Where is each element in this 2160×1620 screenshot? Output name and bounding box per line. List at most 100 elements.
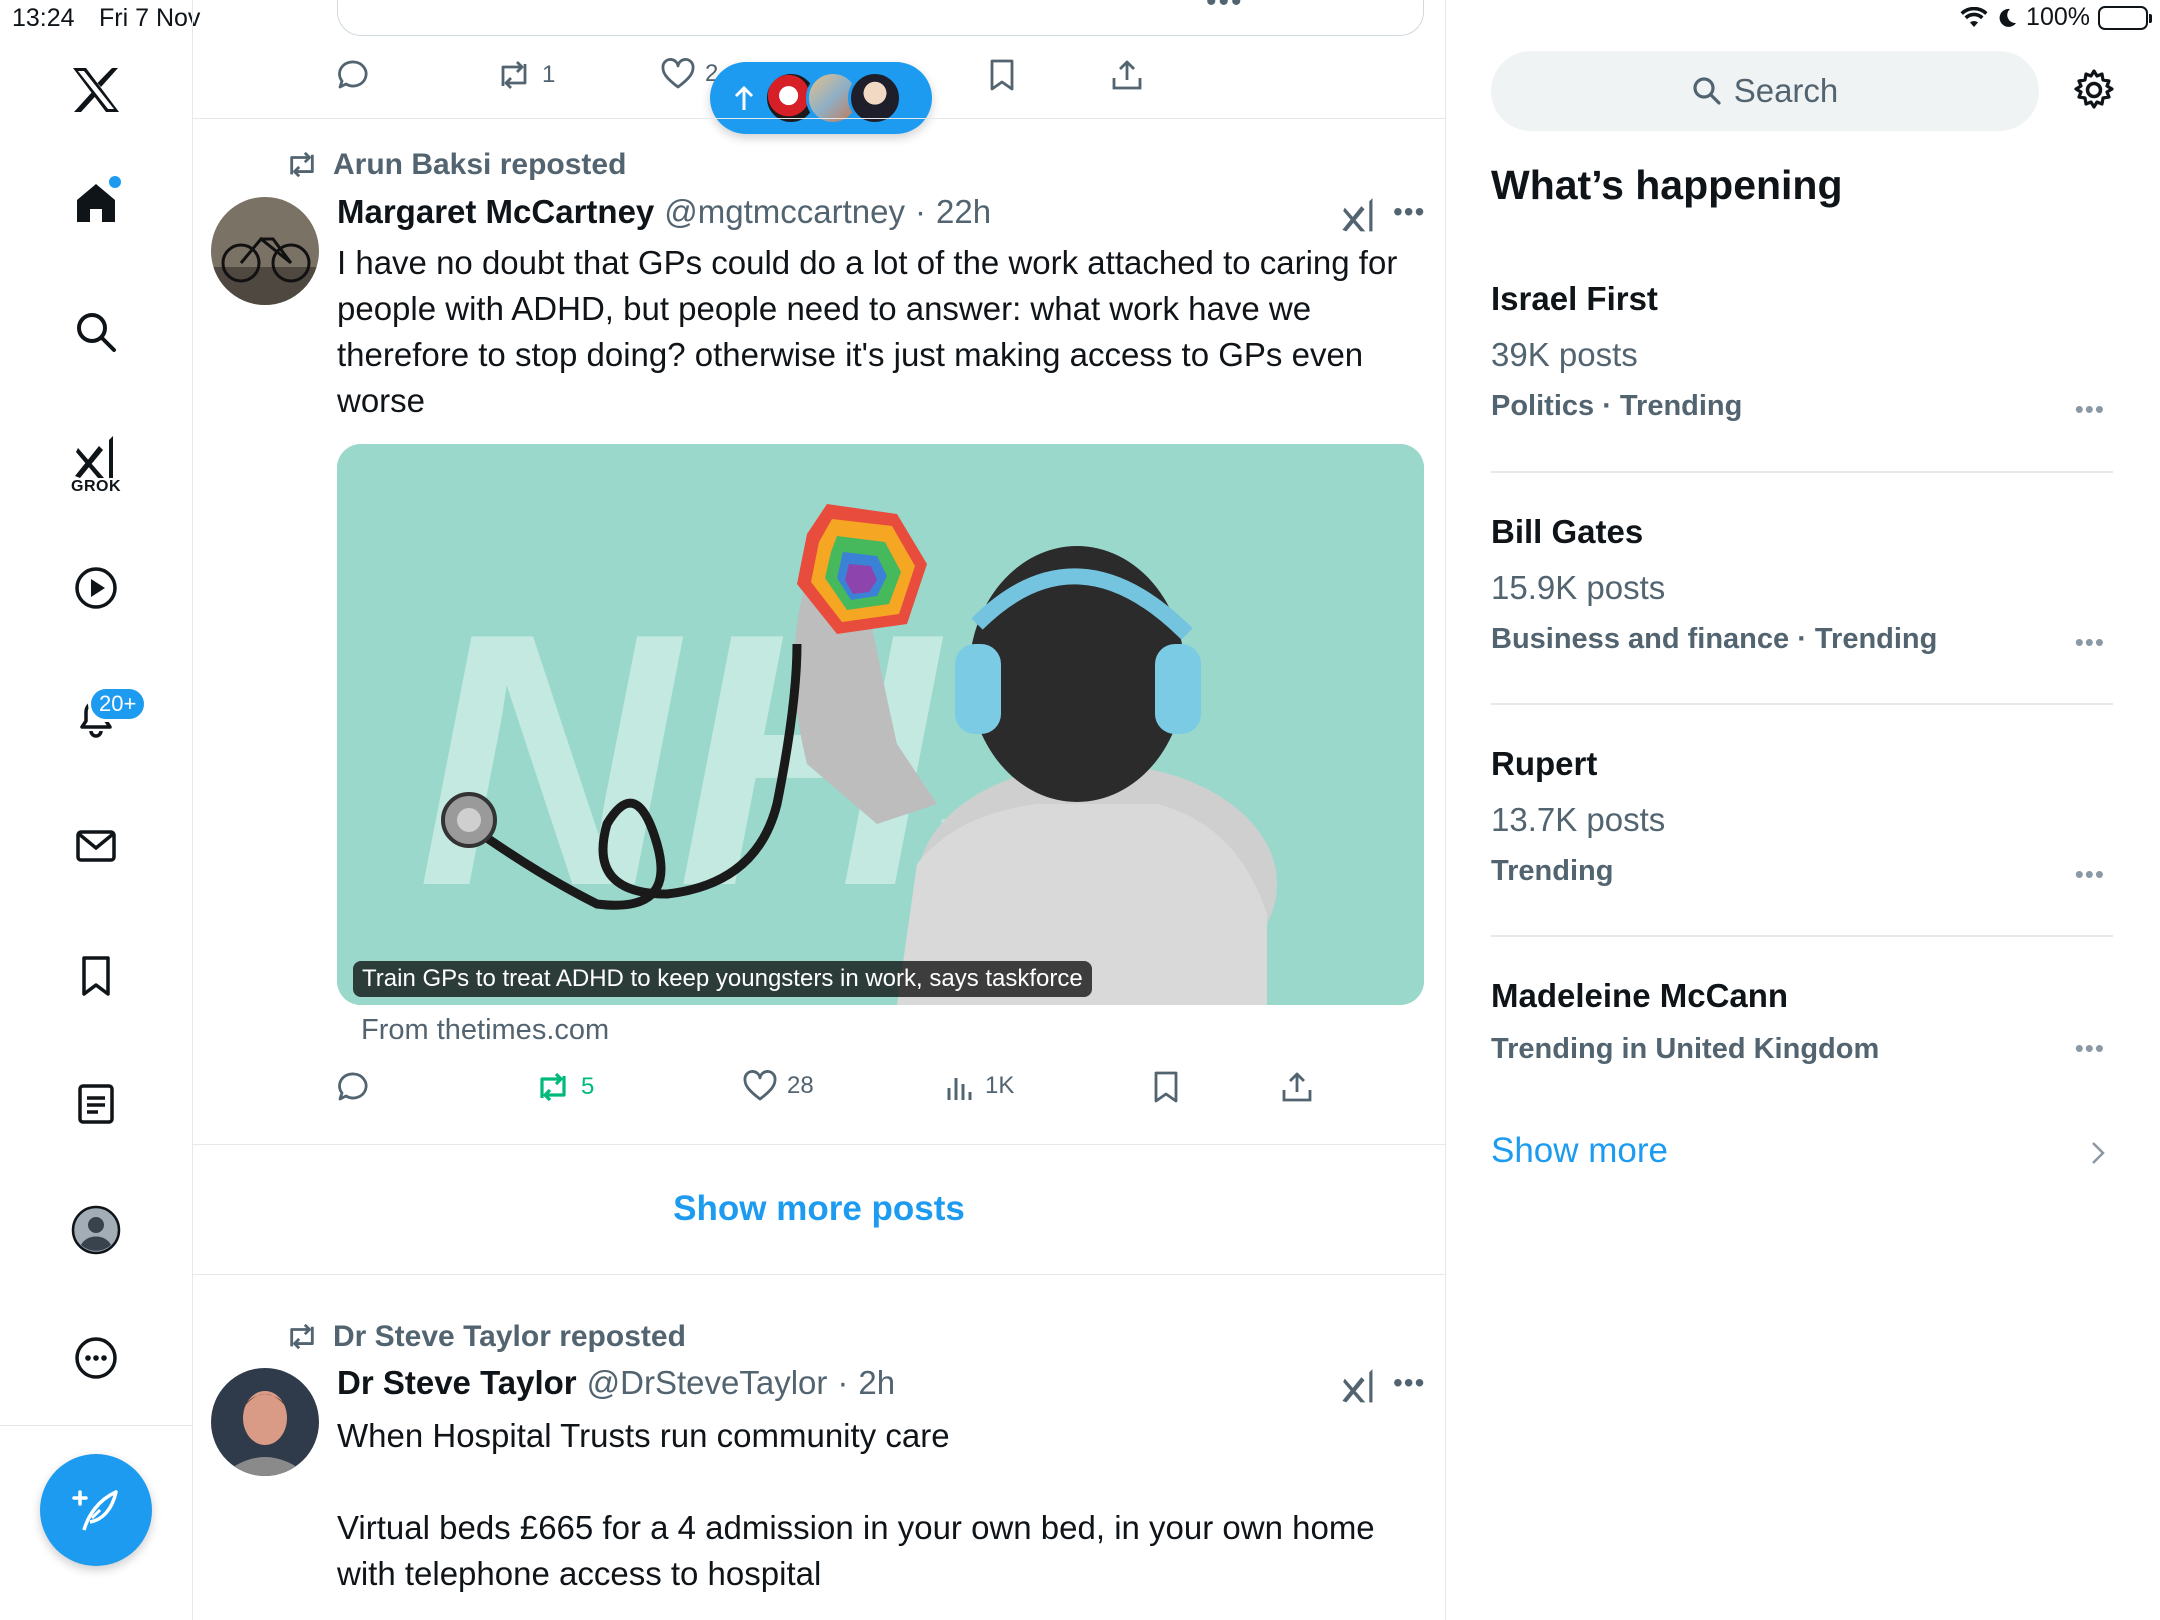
- repost-context: Arun Baksi reposted: [285, 148, 626, 182]
- author-handle[interactable]: @mgtmccartney: [664, 193, 905, 231]
- card-more-dots: •••: [1206, 0, 1244, 18]
- repost-by: Arun Baksi reposted: [333, 148, 627, 181]
- bookmark-icon[interactable]: [58, 938, 134, 1014]
- settings-gear-icon[interactable]: [2072, 68, 2116, 112]
- more-icon[interactable]: [58, 1320, 134, 1396]
- author-handle[interactable]: @DrSteveTaylor: [587, 1364, 828, 1402]
- home-icon[interactable]: [58, 165, 134, 241]
- repost-icon: [496, 58, 532, 92]
- trend-item[interactable]: Madeleine McCann Trending in United King…: [1491, 977, 2113, 1066]
- search-input[interactable]: Search: [1491, 51, 2039, 131]
- home-unread-dot: [107, 174, 123, 190]
- views-icon: [945, 1070, 975, 1102]
- status-indicators: 100%: [1960, 3, 2152, 32]
- heart-icon: [743, 1070, 777, 1102]
- whats-happening-heading: What’s happening: [1491, 162, 1843, 208]
- post-more-button[interactable]: •••: [1393, 196, 1425, 228]
- trend-more-button[interactable]: •••: [2075, 1033, 2105, 1064]
- trend-name: Israel First: [1491, 280, 1658, 317]
- post-text: I have no doubt that GPs could do a lot …: [337, 244, 1407, 419]
- search-icon[interactable]: [58, 294, 134, 370]
- like-button[interactable]: 28: [743, 1070, 814, 1102]
- bookmark-button[interactable]: [987, 58, 1017, 92]
- grok-icon[interactable]: [1340, 1366, 1380, 1406]
- views-button[interactable]: 1K: [945, 1070, 1014, 1102]
- trend-name: Bill Gates: [1491, 513, 1644, 550]
- compose-icon: [70, 1484, 122, 1536]
- trend-more-button[interactable]: •••: [2075, 859, 2105, 890]
- reply-button[interactable]: [337, 1070, 371, 1104]
- reply-icon: [337, 1070, 371, 1104]
- lists-icon[interactable]: [58, 1066, 134, 1142]
- repost-count: 1: [542, 61, 556, 88]
- like-button[interactable]: 2: [661, 58, 718, 90]
- repost-icon: [285, 150, 319, 180]
- repost-icon: [285, 1322, 319, 1352]
- share-icon: [1110, 58, 1144, 92]
- mail-icon[interactable]: [58, 808, 134, 884]
- trend-item[interactable]: Rupert 13.7K posts Trending •••: [1491, 745, 2113, 890]
- repost-icon: [535, 1070, 571, 1104]
- bookmark-button[interactable]: [1151, 1070, 1181, 1104]
- nav-divider: [0, 1425, 193, 1426]
- bookmark-icon: [987, 58, 1017, 92]
- share-button[interactable]: [1110, 58, 1144, 92]
- separator-dot: ·: [837, 1364, 849, 1401]
- battery-icon: [2098, 5, 2152, 30]
- reply-icon: [337, 58, 371, 92]
- avatar[interactable]: [211, 197, 319, 305]
- divider: [1491, 703, 2113, 705]
- search-icon: [1692, 76, 1722, 106]
- share-button[interactable]: [1280, 1070, 1314, 1104]
- link-card-title: Train GPs to treat ADHD to keep youngste…: [353, 961, 1092, 997]
- moon-icon: [1996, 7, 2018, 29]
- author-name[interactable]: Margaret McCartney: [337, 193, 654, 231]
- like-count: 28: [787, 1072, 814, 1099]
- author-name[interactable]: Dr Steve Taylor: [337, 1364, 577, 1402]
- trend-more-button[interactable]: •••: [2075, 627, 2105, 658]
- repost-by: Dr Steve Taylor reposted: [333, 1320, 686, 1353]
- grok-label: GROK: [71, 478, 121, 495]
- trend-name: Madeleine McCann: [1491, 977, 1789, 1014]
- repost-button[interactable]: 5: [535, 1070, 594, 1104]
- show-more-posts-button[interactable]: Show more posts: [193, 1144, 1445, 1274]
- chevron-right-icon: [2090, 1140, 2106, 1166]
- new-posts-pill[interactable]: [710, 62, 932, 134]
- trend-meta: Trending: [1491, 855, 1614, 887]
- share-icon: [1280, 1070, 1314, 1104]
- post-text: When Hospital Trusts run community care …: [337, 1417, 1375, 1592]
- show-more-link[interactable]: Show more: [1491, 1131, 1668, 1171]
- grok-icon[interactable]: [1340, 195, 1380, 235]
- trend-meta: Business and finance · Trending: [1491, 623, 1938, 655]
- divider: [193, 1274, 1445, 1275]
- avatar[interactable]: [211, 1368, 319, 1476]
- views-count: 1K: [985, 1072, 1015, 1099]
- trend-item[interactable]: Bill Gates 15.9K posts Business and fina…: [1491, 513, 2113, 658]
- reply-button[interactable]: [337, 58, 371, 92]
- repost-context: Dr Steve Taylor reposted: [285, 1320, 686, 1354]
- trend-count: 39K posts: [1491, 336, 1638, 373]
- divider: [1491, 935, 2113, 937]
- post-more-button[interactable]: •••: [1393, 1367, 1425, 1399]
- divider: [193, 118, 1445, 119]
- previous-post-card[interactable]: •••: [337, 0, 1424, 36]
- post-time[interactable]: 22h: [936, 193, 991, 231]
- post-header: Dr Steve Taylor @DrSteveTaylor · 2h: [337, 1364, 895, 1402]
- trend-item[interactable]: Israel First 39K posts Politics · Trendi…: [1491, 280, 2113, 425]
- trend-more-button[interactable]: •••: [2075, 394, 2105, 425]
- trend-meta: Politics · Trending: [1491, 390, 1743, 422]
- repost-button[interactable]: 1: [496, 58, 555, 92]
- battery-percent: 100%: [2026, 3, 2090, 31]
- trend-count: 13.7K posts: [1491, 801, 1666, 838]
- bookmark-icon: [1151, 1070, 1181, 1104]
- x-logo-icon[interactable]: [58, 52, 134, 128]
- profile-icon[interactable]: [58, 1192, 134, 1268]
- link-source[interactable]: From thetimes.com: [361, 1014, 609, 1047]
- compose-button[interactable]: [40, 1454, 152, 1566]
- video-icon[interactable]: [58, 550, 134, 626]
- post-header: Margaret McCartney @mgtmccartney · 22h: [337, 193, 991, 231]
- post-time[interactable]: 2h: [858, 1364, 895, 1402]
- divider: [1491, 471, 2113, 473]
- link-card-image[interactable]: NHS Train GPs to treat ADHD to keep youn…: [337, 444, 1424, 1005]
- arrow-up-icon: [732, 84, 756, 112]
